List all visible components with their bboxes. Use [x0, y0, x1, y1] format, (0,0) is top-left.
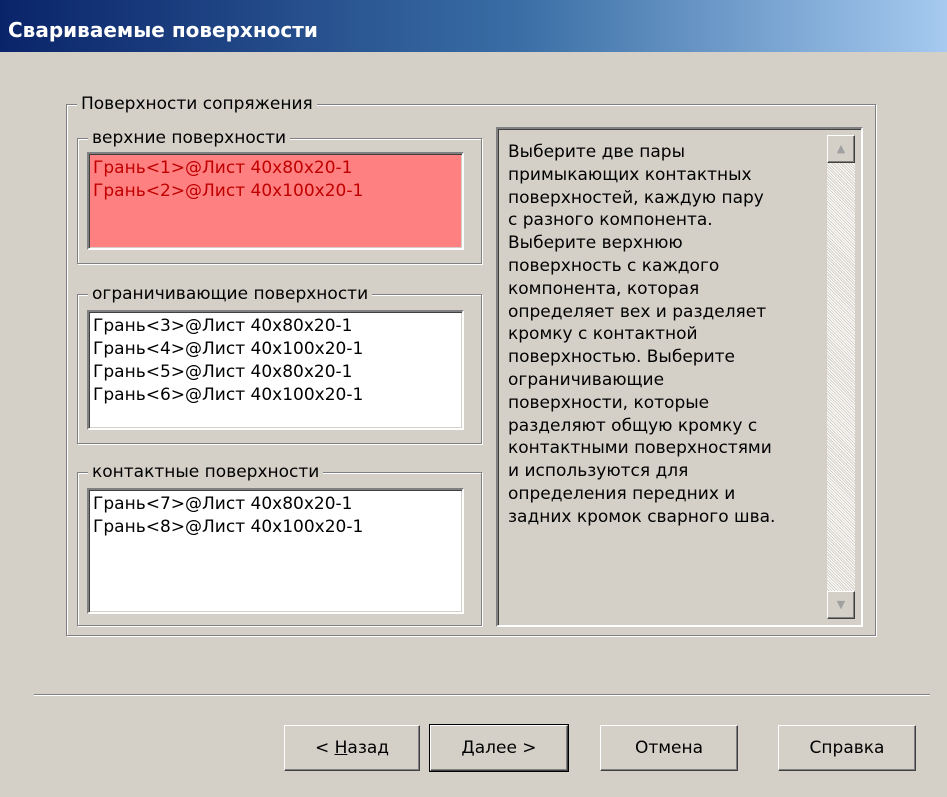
cancel-button[interactable]: Отмена: [600, 725, 738, 771]
contact-faces-label: контактные поверхности: [88, 461, 324, 483]
window-title: Свариваемые поверхности: [8, 18, 318, 42]
top-faces-list[interactable]: Грань<1>@Лист 40x80x20-1 Грань<2>@Лист 4…: [87, 152, 464, 250]
list-item[interactable]: Грань<8>@Лист 40x100x20-1: [93, 516, 458, 539]
help-button[interactable]: Справка: [778, 725, 916, 771]
bounding-faces-list[interactable]: Грань<3>@Лист 40x80x20-1 Грань<4>@Лист 4…: [87, 310, 464, 430]
list-item[interactable]: Грань<3>@Лист 40x80x20-1: [93, 315, 458, 338]
list-item[interactable]: Грань<7>@Лист 40x80x20-1: [93, 493, 458, 516]
scroll-down-arrow-icon[interactable]: ▼: [827, 591, 855, 619]
mating-surfaces-label: Поверхности сопряжения: [77, 93, 317, 115]
bounding-faces-label: ограничивающие поверхности: [88, 283, 373, 305]
top-faces-label: верхние поверхности: [88, 127, 291, 149]
list-item[interactable]: Грань<2>@Лист 40x100x20-1: [93, 180, 458, 203]
scroll-up-arrow-icon[interactable]: ▲: [827, 135, 855, 163]
help-text-box: Выберите две пары примыкающих контактных…: [496, 127, 863, 627]
dialog-window: Свариваемые поверхности Поверхности сопр…: [0, 0, 947, 797]
help-text: Выберите две пары примыкающих контактных…: [508, 142, 776, 527]
contact-faces-list[interactable]: Грань<7>@Лист 40x80x20-1 Грань<8>@Лист 4…: [87, 488, 464, 614]
list-item[interactable]: Грань<6>@Лист 40x100x20-1: [93, 384, 458, 407]
list-item[interactable]: Грань<4>@Лист 40x100x20-1: [93, 338, 458, 361]
separator-line: [34, 694, 930, 696]
list-item[interactable]: Грань<5>@Лист 40x80x20-1: [93, 361, 458, 384]
next-button[interactable]: Далее >: [429, 724, 569, 772]
list-item[interactable]: Грань<1>@Лист 40x80x20-1: [93, 157, 458, 180]
title-bar[interactable]: Свариваемые поверхности: [0, 0, 947, 52]
help-scrollbar[interactable]: ▲ ▼: [827, 135, 855, 619]
back-button[interactable]: < Назад: [284, 725, 420, 771]
